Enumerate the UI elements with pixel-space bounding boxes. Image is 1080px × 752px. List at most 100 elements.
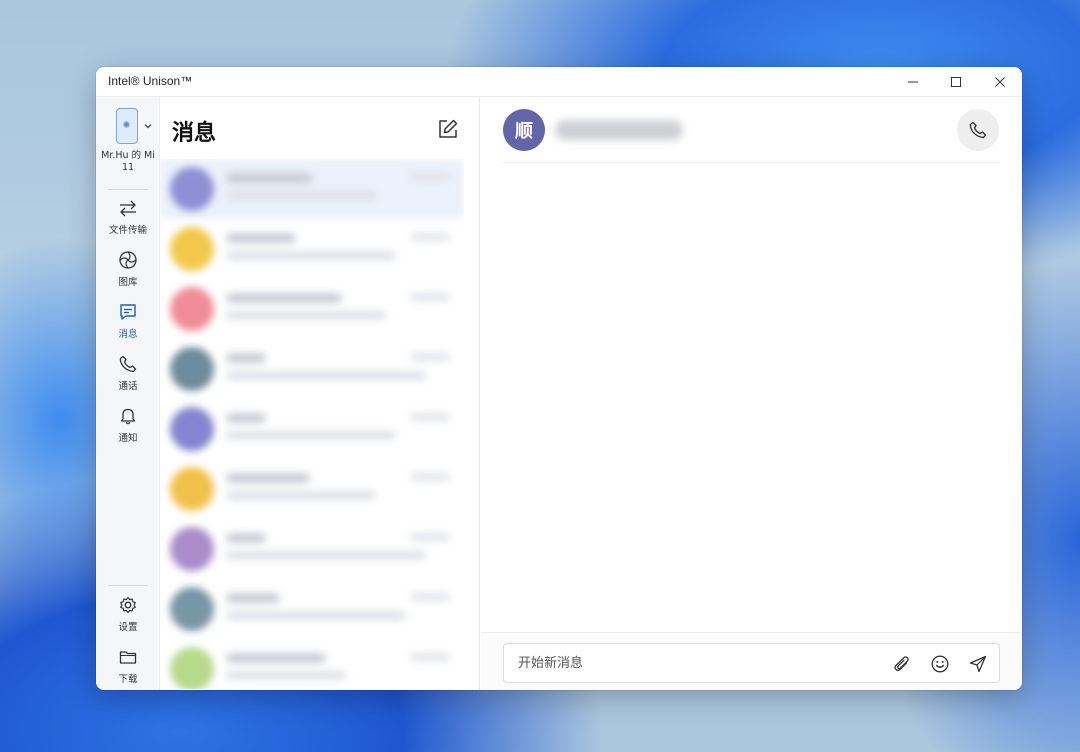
nav-label: 消息 xyxy=(118,329,138,340)
message-thread xyxy=(481,164,1022,632)
conversation-list[interactable] xyxy=(160,159,464,689)
conversation-preview-redacted xyxy=(226,611,406,620)
conversation-time-redacted xyxy=(410,173,450,181)
contact-name-redacted xyxy=(555,120,683,140)
minimize-icon xyxy=(908,81,918,83)
conversation-name-redacted xyxy=(226,473,310,483)
message-input[interactable] xyxy=(503,643,1000,683)
compose-button[interactable] xyxy=(436,117,460,141)
conversation-time-redacted xyxy=(410,473,450,481)
nav-rail: Mr.Hu 的 Mi 11 文件传输 图库 消息 通话 通知 设置 下载 xyxy=(96,97,160,690)
conversation-item[interactable] xyxy=(160,459,464,519)
nav-item-messages[interactable]: 消息 xyxy=(96,302,160,348)
conversation-time-redacted xyxy=(410,293,450,301)
conversation-name-redacted xyxy=(226,233,296,243)
conversation-time-redacted xyxy=(410,593,450,601)
close-icon xyxy=(995,77,1005,87)
conversation-avatar xyxy=(170,467,214,511)
paperclip-icon xyxy=(894,656,909,672)
conversation-preview-redacted xyxy=(226,191,376,200)
nav-divider xyxy=(108,189,148,190)
conversation-item[interactable] xyxy=(160,579,464,639)
conversation-item[interactable] xyxy=(160,159,464,219)
nav-item-downloads[interactable]: 下载 xyxy=(96,647,160,690)
conversation-item[interactable] xyxy=(160,399,464,459)
nav-label: 图库 xyxy=(118,277,138,288)
bell-icon xyxy=(120,408,136,425)
conversation-preview-redacted xyxy=(226,251,396,260)
call-button[interactable] xyxy=(957,109,999,151)
chevron-down-icon xyxy=(144,124,152,129)
minimize-button[interactable] xyxy=(891,67,935,97)
emoji-button[interactable] xyxy=(928,652,952,676)
conversation-preview-redacted xyxy=(226,491,376,500)
conversation-item[interactable] xyxy=(160,339,464,399)
conversation-avatar xyxy=(170,227,214,271)
conversation-preview-redacted xyxy=(226,551,426,560)
conversation-avatar xyxy=(170,527,214,571)
maximize-icon xyxy=(951,77,961,87)
nav-label: 设置 xyxy=(118,622,138,633)
conversation-item[interactable] xyxy=(160,279,464,339)
conversation-preview-redacted xyxy=(226,431,396,440)
conversation-name-redacted xyxy=(226,653,326,663)
conversation-avatar xyxy=(170,647,214,689)
title-bar[interactable]: Intel® Unison™ xyxy=(96,67,1022,97)
nav-label: 下载 xyxy=(118,674,138,685)
conversation-time-redacted xyxy=(410,653,450,661)
conversation-item[interactable] xyxy=(160,519,464,579)
conversation-avatar xyxy=(170,167,214,211)
conversation-list-scrollbar[interactable] xyxy=(465,159,479,689)
nav-divider xyxy=(108,585,148,586)
device-selector[interactable]: Mr.Hu 的 Mi 11 xyxy=(96,107,160,179)
conversation-item[interactable] xyxy=(160,219,464,279)
conversation-avatar xyxy=(170,587,214,631)
conversation-time-redacted xyxy=(410,353,450,361)
phone-icon xyxy=(116,108,138,144)
message-icon xyxy=(120,304,136,320)
conversation-item[interactable] xyxy=(160,639,464,689)
nav-item-calls[interactable]: 通话 xyxy=(96,354,160,400)
send-button[interactable] xyxy=(966,652,990,676)
nav-item-file-transfer[interactable]: 文件传输 xyxy=(96,198,160,244)
send-icon xyxy=(969,655,987,673)
nav-item-gallery[interactable]: 图库 xyxy=(96,250,160,296)
phone-call-icon xyxy=(119,355,137,373)
app-title: Intel® Unison™ xyxy=(108,74,193,88)
conversation-time-redacted xyxy=(410,413,450,421)
conversation-name-redacted xyxy=(226,293,342,303)
conversation-avatar xyxy=(170,287,214,331)
messages-list-pane: 消息 xyxy=(160,97,480,690)
conversation-name-redacted xyxy=(226,173,312,183)
conversation-preview-redacted xyxy=(226,371,426,380)
gear-icon xyxy=(120,596,136,614)
conversation-avatar xyxy=(170,347,214,391)
nav-label: 文件传输 xyxy=(108,225,147,236)
folder-icon xyxy=(119,651,137,664)
conversation-preview-redacted xyxy=(226,311,386,320)
nav-item-notifications[interactable]: 通知 xyxy=(96,406,160,452)
conversation-name-redacted xyxy=(226,413,266,423)
gallery-aperture-icon xyxy=(119,251,137,269)
nav-label: 通话 xyxy=(118,381,138,392)
transfer-arrows-icon xyxy=(120,200,136,217)
chat-pane: 顺 xyxy=(481,97,1022,690)
conversation-time-redacted xyxy=(410,533,450,541)
conversation-name-redacted xyxy=(226,353,266,363)
conversation-name-redacted xyxy=(226,593,280,603)
maximize-button[interactable] xyxy=(934,67,978,97)
contact-avatar: 顺 xyxy=(503,109,545,151)
close-button[interactable] xyxy=(978,67,1022,97)
conversation-name-redacted xyxy=(226,533,266,543)
app-window: Intel® Unison™ Mr.Hu 的 Mi 11 文件传输 图库 消息 … xyxy=(96,67,1022,690)
emoji-icon xyxy=(931,655,949,673)
conversation-time-redacted xyxy=(410,233,450,241)
attach-button[interactable] xyxy=(890,652,914,676)
chat-header: 顺 xyxy=(503,97,1000,163)
nav-item-settings[interactable]: 设置 xyxy=(96,595,160,641)
nav-label: 通知 xyxy=(118,433,138,444)
phone-call-icon xyxy=(969,121,987,139)
compose-area xyxy=(481,632,1022,690)
conversation-avatar xyxy=(170,407,214,451)
page-title: 消息 xyxy=(172,121,217,146)
